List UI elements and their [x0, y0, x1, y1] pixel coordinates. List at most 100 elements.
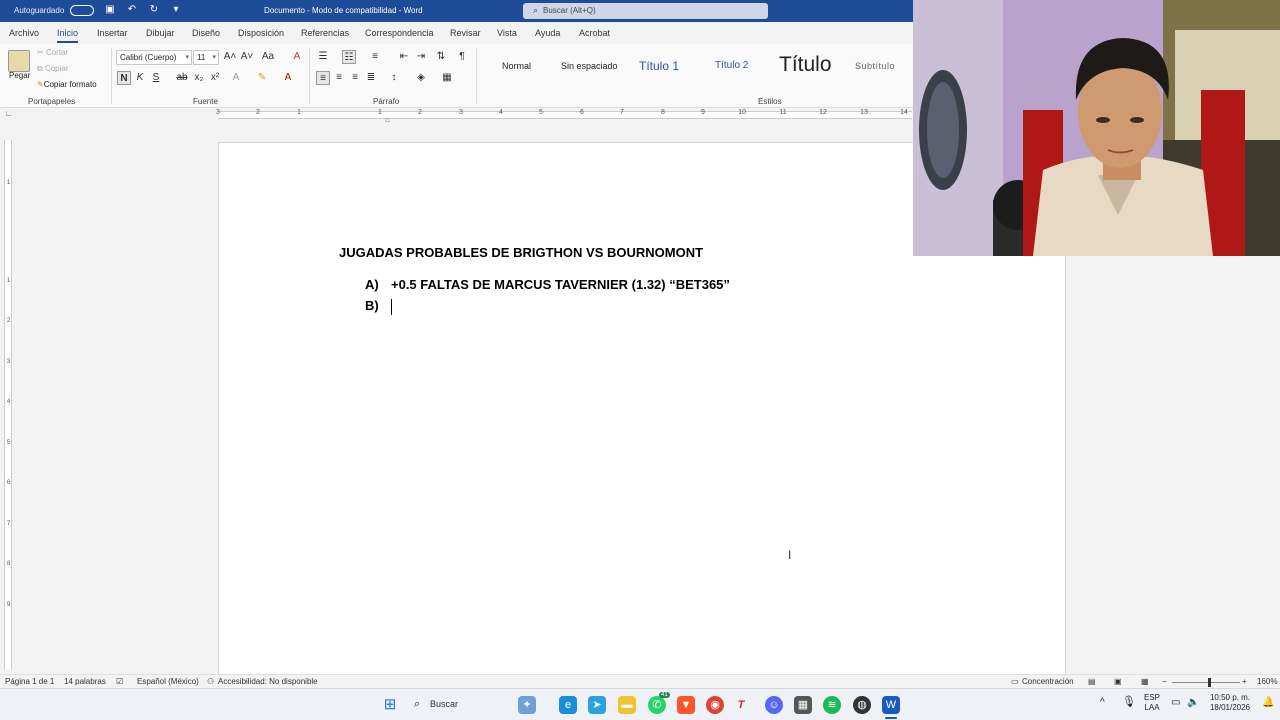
paste-icon[interactable] — [8, 50, 30, 72]
format-painter-button[interactable]: ✎Copiar formato — [37, 80, 97, 89]
style-no-spacing[interactable]: Sin espaciado — [561, 61, 618, 81]
save-icon[interactable]: ▣ — [104, 4, 116, 16]
change-case-icon[interactable]: Aa — [261, 50, 275, 64]
font-name-select[interactable]: Calibri (Cuerpo) ▾ — [116, 50, 192, 65]
style-heading-2[interactable]: Título 2 — [715, 60, 748, 80]
web-layout-icon[interactable]: ▦ — [1141, 677, 1149, 686]
autosave-toggle[interactable] — [70, 5, 94, 16]
undo-icon[interactable]: ↶ — [126, 4, 138, 16]
zoom-in-icon[interactable]: + — [1242, 677, 1247, 686]
clear-formatting-icon[interactable]: A — [290, 50, 304, 64]
customize-quick-access-icon[interactable]: ▾ — [170, 4, 182, 16]
superscript-icon[interactable]: x² — [208, 71, 222, 85]
focus-mode-button[interactable]: Concentración — [1022, 677, 1074, 686]
style-heading-1[interactable]: Título 1 — [639, 59, 679, 79]
increase-indent-icon[interactable]: ⇥ — [414, 50, 428, 64]
file-explorer-icon[interactable]: ▬ — [618, 696, 636, 714]
decrease-indent-icon[interactable]: ⇤ — [397, 50, 411, 64]
chrome-icon[interactable]: ◉ — [706, 696, 724, 714]
tab-diseno[interactable]: Diseño — [192, 28, 220, 38]
italic-button[interactable]: K — [133, 71, 147, 85]
print-layout-icon[interactable]: ▣ — [1114, 677, 1122, 686]
telegram-icon[interactable]: ➤ — [588, 696, 606, 714]
font-size-select[interactable]: 11 ▾ — [193, 50, 219, 65]
volume-icon[interactable]: 🔈 — [1187, 698, 1199, 708]
align-center-icon[interactable]: ≡ — [332, 71, 346, 85]
whatsapp-icon[interactable]: ✆ — [648, 696, 666, 714]
cut-button[interactable]: ✂ Cortar — [37, 48, 68, 57]
borders-icon[interactable]: ▦ — [440, 71, 454, 85]
pilcrow-icon[interactable]: ¶ — [455, 50, 469, 64]
windows-start-icon[interactable]: ⊞ — [381, 696, 399, 714]
bold-button[interactable]: N — [117, 71, 131, 85]
search-box[interactable]: ⌕ Buscar (Alt+Q) — [523, 3, 768, 19]
clock[interactable]: 10:50 p. m. 18/01/2026 — [1206, 693, 1254, 713]
search-highlight-icon[interactable]: ✦ — [518, 696, 536, 714]
grow-font-icon[interactable]: A˄ — [223, 50, 237, 64]
accessibility-status[interactable]: Accesibilidad: No disponible — [218, 677, 318, 686]
text-effects-icon[interactable]: A — [229, 71, 243, 85]
horizontal-ruler[interactable]: ∟ 3 2 1 1 2 3 4 5 6 7 8 9 10 11 12 13 14… — [0, 108, 913, 124]
text-app-icon[interactable]: T — [732, 696, 750, 714]
read-mode-icon[interactable]: ▤ — [1088, 677, 1096, 686]
line-spacing-icon[interactable]: ↕ — [387, 71, 401, 85]
zoom-slider-thumb[interactable] — [1208, 678, 1211, 687]
bullets-icon[interactable]: ☰ — [316, 50, 330, 64]
network-icon[interactable]: ▭ — [1171, 698, 1180, 708]
redo-icon[interactable]: ↻ — [148, 4, 160, 16]
proofing-icon[interactable]: ☑ — [116, 677, 123, 686]
shrink-font-icon[interactable]: A˅ — [240, 50, 254, 64]
microphone-icon[interactable]: 🎙 — [1122, 697, 1136, 708]
align-left-icon[interactable]: ≡ — [316, 71, 330, 85]
style-normal[interactable]: Normal — [502, 61, 531, 81]
edge-icon[interactable]: e — [559, 696, 577, 714]
tab-dibujar[interactable]: Dibujar — [146, 28, 175, 38]
tab-vista[interactable]: Vista — [497, 28, 517, 38]
highlight-icon[interactable]: ✎ — [255, 71, 269, 85]
align-right-icon[interactable]: ≡ — [348, 71, 362, 85]
numbering-icon[interactable]: ☷ — [342, 50, 356, 64]
paste-button[interactable]: Pegar — [9, 71, 30, 80]
zoom-out-icon[interactable]: − — [1162, 677, 1167, 686]
style-title[interactable]: Título — [779, 53, 832, 76]
strikethrough-icon[interactable]: ab — [175, 71, 189, 85]
justify-icon[interactable]: ≣ — [364, 71, 378, 85]
tab-disposicion[interactable]: Disposición — [238, 28, 284, 38]
obs-icon[interactable]: ◍ — [853, 696, 871, 714]
tab-referencias[interactable]: Referencias — [301, 28, 349, 38]
zoom-slider[interactable] — [1172, 682, 1240, 683]
brave-icon[interactable]: ▼ — [677, 696, 695, 714]
tab-ayuda[interactable]: Ayuda — [535, 28, 560, 38]
vertical-ruler[interactable]: 1 1 2 3 4 5 6 7 8 9 — [4, 140, 12, 670]
tab-stop-selector[interactable]: ∟ — [5, 109, 13, 118]
chevron-up-icon[interactable]: ^ — [1100, 698, 1105, 708]
zoom-level[interactable]: 160% — [1257, 677, 1277, 686]
tab-revisar[interactable]: Revisar — [450, 28, 481, 38]
notifications-icon[interactable]: 🔔 — [1262, 698, 1274, 708]
underline-button[interactable]: S — [149, 71, 163, 85]
copy-button[interactable]: ⧉ Copiar — [37, 64, 69, 74]
tab-archivo[interactable]: Archivo — [9, 28, 39, 38]
font-group-label: Fuente — [193, 97, 218, 106]
input-language[interactable]: ESP LAA — [1142, 693, 1162, 713]
page-count[interactable]: Página 1 de 1 — [5, 677, 54, 686]
sort-icon[interactable]: ⇅ — [434, 50, 448, 64]
style-subtitle[interactable]: Subtítulo — [855, 61, 895, 81]
tab-inicio[interactable]: Inicio — [57, 28, 79, 43]
styles-group-label: Estilos — [758, 97, 782, 106]
font-color-icon[interactable]: A — [281, 71, 295, 85]
tab-insertar[interactable]: Insertar — [97, 28, 128, 38]
discord-icon[interactable]: ☺ — [765, 696, 783, 714]
whatsapp-badge: 41 — [659, 692, 670, 698]
shading-icon[interactable]: ◈ — [414, 71, 428, 85]
subscript-icon[interactable]: x₂ — [192, 71, 206, 85]
tab-acrobat[interactable]: Acrobat — [579, 28, 610, 38]
spotify-icon[interactable]: ≋ — [823, 696, 841, 714]
tab-correspondencia[interactable]: Correspondencia — [365, 28, 434, 38]
language-status[interactable]: Español (México) — [137, 677, 199, 686]
document-heading: JUGADAS PROBABLES DE BRIGTHON VS BOURNOM… — [339, 245, 704, 260]
calculator-icon[interactable]: ▦ — [794, 696, 812, 714]
word-icon[interactable]: W — [882, 696, 900, 714]
word-count[interactable]: 14 palabras — [64, 677, 106, 686]
multilevel-list-icon[interactable]: ≡ — [368, 50, 382, 64]
